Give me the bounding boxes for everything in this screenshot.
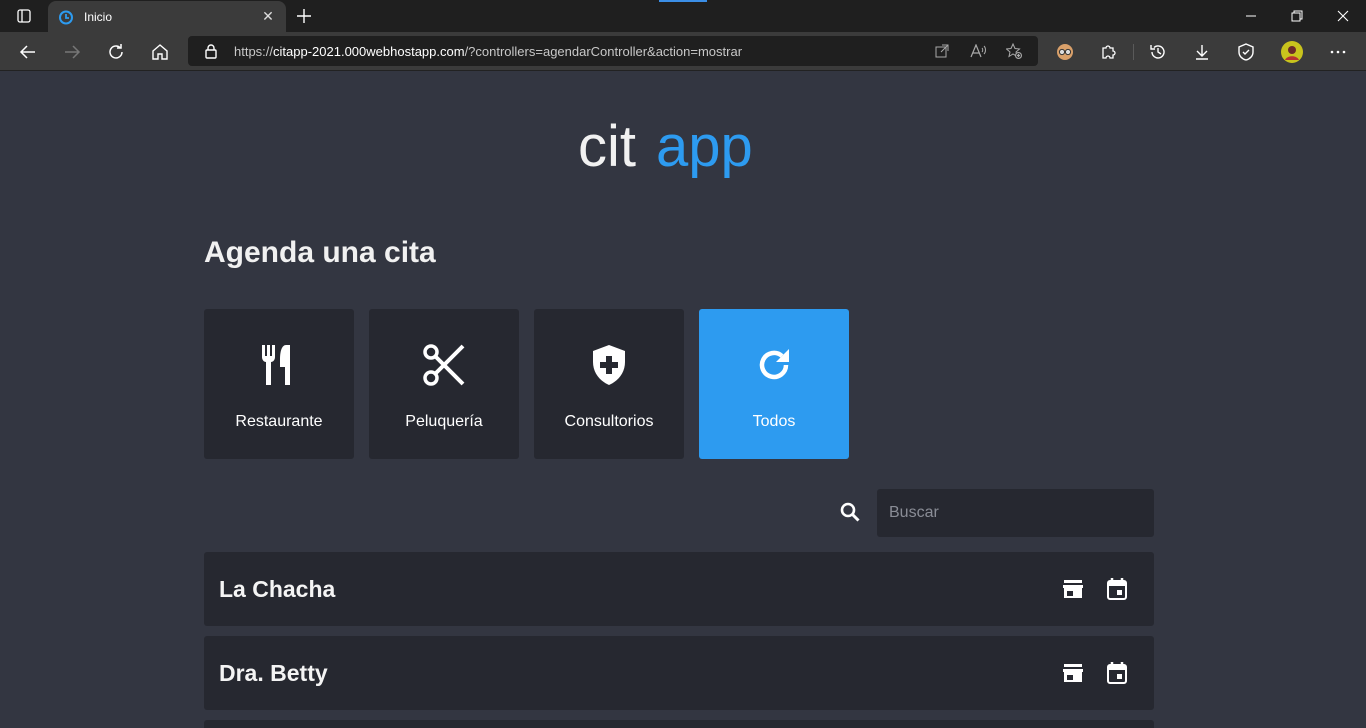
extensions-button[interactable] — [1093, 36, 1125, 68]
medical-shield-icon — [587, 343, 631, 387]
browser-essentials-button[interactable] — [1230, 36, 1262, 68]
add-favorite-icon[interactable] — [1005, 42, 1023, 60]
minimize-icon — [1246, 15, 1256, 17]
category-label: Consultorios — [564, 413, 654, 430]
business-name: Dra. Betty — [219, 659, 328, 686]
restore-icon — [1291, 10, 1303, 22]
address-bar[interactable]: https://citapp-2021.000webhostapp.com/?c… — [188, 36, 1038, 66]
search-icon[interactable] — [838, 500, 862, 524]
business-list-item[interactable]: La Chacha — [204, 552, 1154, 626]
reload-icon — [109, 44, 123, 59]
browser-tab-bar: Inicio ✕ — [0, 0, 1366, 32]
category-restaurante[interactable]: Restaurante — [204, 309, 354, 459]
close-tab-icon[interactable]: ✕ — [260, 8, 276, 25]
business-list-item[interactable]: Dra. Betty — [204, 636, 1154, 710]
read-aloud-icon[interactable] — [969, 42, 987, 60]
tab-title: Inicio — [84, 9, 113, 24]
category-consultorios[interactable]: Consultorios — [534, 309, 684, 459]
citapp-logo[interactable]: cit app — [578, 108, 788, 184]
store-icon[interactable] — [1061, 577, 1085, 601]
category-label: Restaurante — [235, 413, 323, 430]
shield-heart-icon — [1238, 43, 1254, 61]
url-rest: /?controllers=agendarController&action=m… — [464, 43, 743, 59]
history-icon — [1150, 45, 1165, 59]
toolbar-separator — [1133, 44, 1134, 60]
restaurant-icon — [257, 343, 301, 387]
profile-button[interactable] — [1276, 36, 1308, 68]
browser-toolbar: https://citapp-2021.000webhostapp.com/?c… — [0, 32, 1366, 71]
plus-icon — [297, 9, 311, 23]
restore-button[interactable] — [1274, 0, 1320, 32]
tab-actions-icon — [17, 9, 31, 23]
scissors-icon — [422, 343, 466, 387]
new-tab-button[interactable] — [290, 2, 318, 30]
extension-glasses-button[interactable] — [1049, 36, 1081, 68]
back-button[interactable] — [12, 36, 44, 68]
minimize-button[interactable] — [1228, 0, 1274, 32]
logo-text-right: app — [656, 114, 753, 179]
glasses-extension-icon — [1057, 44, 1073, 60]
downloads-button[interactable] — [1186, 36, 1218, 68]
close-icon — [1337, 10, 1349, 22]
store-icon[interactable] — [1061, 661, 1085, 685]
puzzle-icon — [1102, 45, 1116, 59]
history-button[interactable] — [1142, 36, 1174, 68]
home-icon — [152, 44, 168, 60]
logo-text-left: cit — [578, 114, 636, 179]
category-todos[interactable]: Todos — [699, 309, 849, 459]
forward-button[interactable] — [56, 36, 88, 68]
search-input[interactable] — [877, 489, 1154, 537]
more-options-icon — [1330, 50, 1346, 54]
url-prefix: https:// — [234, 43, 274, 59]
home-button[interactable] — [144, 36, 176, 68]
active-tab[interactable]: Inicio ✕ — [48, 1, 286, 32]
calendar-icon[interactable] — [1105, 577, 1129, 601]
refresh-icon — [752, 343, 796, 387]
tab-actions-button[interactable] — [8, 0, 40, 32]
close-window-button[interactable] — [1320, 0, 1366, 32]
back-arrow-icon — [19, 45, 35, 59]
open-in-app-icon[interactable] — [933, 42, 951, 60]
url-text: https://citapp-2021.000webhostapp.com/?c… — [234, 44, 742, 59]
category-label: Todos — [752, 413, 796, 430]
citapp-favicon — [59, 10, 73, 24]
lock-icon[interactable] — [204, 43, 220, 59]
forward-arrow-icon — [65, 45, 81, 59]
business-list-item-partial[interactable] — [204, 720, 1154, 728]
refresh-button[interactable] — [100, 36, 132, 68]
profile-avatar-icon — [1281, 41, 1303, 63]
calendar-icon[interactable] — [1105, 661, 1129, 685]
page-title: Agenda una cita — [204, 236, 436, 269]
settings-menu-button[interactable] — [1322, 36, 1354, 68]
business-name: La Chacha — [219, 575, 336, 602]
window-drag-indicator — [659, 0, 707, 2]
download-icon — [1196, 45, 1208, 60]
url-host: citapp-2021.000webhostapp.com — [273, 43, 465, 59]
category-peluqueria[interactable]: Peluquería — [369, 309, 519, 459]
category-label: Peluquería — [405, 413, 483, 430]
